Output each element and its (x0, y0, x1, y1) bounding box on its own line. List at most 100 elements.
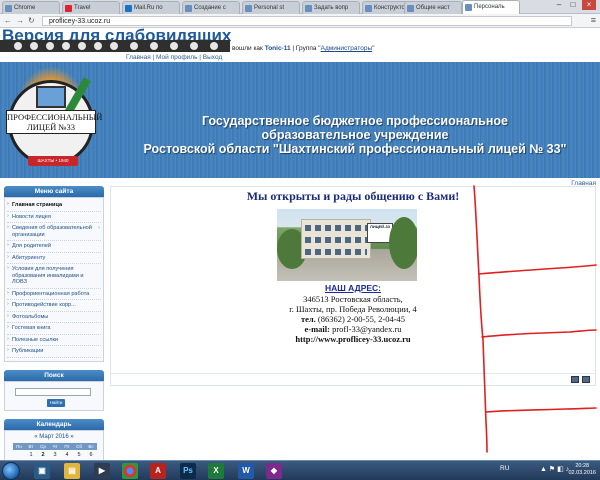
address-line: г. Шахты, пр. Победа Революции, 4 (289, 304, 417, 314)
calendar-month-nav[interactable]: « Март 2016 » (5, 434, 103, 440)
browser-tab[interactable]: Travel (62, 1, 120, 14)
app-icon[interactable]: ◆ (266, 463, 282, 479)
sidebar-item-applicants[interactable]: Абитуриенту (7, 253, 101, 264)
language-indicator[interactable]: RU (500, 465, 509, 472)
search-input[interactable] (15, 387, 91, 396)
page-icon (407, 5, 414, 12)
lyceum-logo: ПРОФЕССИОНАЛЬНЫЙ ЛИЦЕЙ №33 ШАХТЫ • 1940 (2, 66, 102, 176)
color-scheme-icon[interactable] (78, 42, 86, 50)
minimize-icon[interactable]: – (552, 0, 566, 10)
calendar-day (13, 452, 25, 459)
settings-icon[interactable] (190, 42, 198, 50)
sidebar-item-disabled-education[interactable]: Условия для получения образования инвали… (7, 264, 101, 289)
clock[interactable]: 20:28 02.03.2016 (568, 463, 596, 477)
calendar-day[interactable]: 4 (61, 452, 73, 459)
browser-tab[interactable]: Создание с (182, 1, 240, 14)
web-page: Версия для слабовидящих вошли как Tonic-… (0, 28, 600, 460)
calendar-weekday: Пт (61, 442, 73, 450)
menu-title: Меню сайта (4, 186, 104, 197)
user-links[interactable]: Главная | Мой профиль | Выход (126, 54, 222, 61)
browser-tab[interactable]: Mail.Ru по (122, 1, 180, 14)
settings-icon[interactable] (582, 376, 590, 383)
website-line: http://www.proflicey-33.ucoz.ru (295, 334, 411, 344)
page-icon (185, 5, 192, 12)
photoshop-icon[interactable]: Ps (180, 463, 196, 479)
font-size-icon[interactable] (14, 42, 22, 50)
search-button[interactable]: Найти (47, 398, 65, 407)
page-icon (245, 5, 252, 12)
login-status: вошли как Tonic-11 | Группа "Администрат… (232, 45, 375, 52)
calendar-day[interactable]: 1 (25, 452, 37, 459)
calendar-weekday: Вт (25, 442, 37, 450)
welcome-heading: Мы открыты и рады общению с Вами! (246, 189, 460, 203)
folder-icon[interactable]: ▤ (64, 463, 80, 479)
calendar-day[interactable]: 2 (37, 452, 49, 459)
sidebar-item-career-guidance[interactable]: Профориентационная работа (7, 289, 101, 300)
images-icon[interactable] (130, 42, 138, 50)
font-size-icon[interactable] (46, 42, 54, 50)
media-player-icon[interactable]: ▶ (94, 463, 110, 479)
browser-tab[interactable]: Общие наст (404, 1, 462, 14)
browser-tab[interactable]: Задать вопр (302, 1, 360, 14)
calendar-weekday: Пн (13, 442, 25, 450)
color-scheme-icon[interactable] (62, 42, 70, 50)
sidebar-item-publications[interactable]: Публикации (7, 346, 101, 358)
excel-icon[interactable]: X (208, 463, 224, 479)
calendar-title: Календарь (4, 418, 104, 430)
font-size-icon[interactable] (30, 42, 38, 50)
sidebar: Меню сайта Главная страница Новости лице… (4, 186, 104, 460)
calendar-grid: ПнВтСрЧтПтСбВс12345678910111213 (13, 442, 99, 461)
school-building-photo: ЛИЦЕЙ-33 (277, 209, 417, 281)
sidebar-item-guestbook[interactable]: Гостевая книга (7, 323, 101, 335)
youtube-icon (65, 5, 72, 12)
sidebar-item-photo-albums[interactable]: Фотоальбомы (7, 312, 101, 323)
mail-icon (125, 5, 132, 12)
url-field[interactable]: proflicey-33.ucoz.ru (42, 16, 572, 26)
acrobat-icon[interactable]: A (150, 463, 166, 479)
sidebar-item-home[interactable]: Главная страница (7, 200, 101, 212)
close-icon[interactable]: × (582, 0, 596, 10)
system-tray-icons[interactable]: ▲ ⚑ ◧ ♪ (540, 465, 569, 473)
calendar-block: Календарь « Март 2016 » Пн Вт Ср Чт Пт Сб Вс 1 2… (4, 418, 104, 461)
start-button[interactable] (2, 462, 20, 480)
explorer-icon[interactable]: ▣ (34, 463, 50, 479)
settings-icon[interactable] (170, 42, 178, 50)
calendar-weekday: Сб (73, 442, 85, 450)
forward-icon[interactable]: → (16, 16, 24, 25)
chevron-right-icon: › (98, 225, 100, 231)
site-menu: Главная страница Новости лицея Сведения … (4, 197, 104, 362)
back-icon[interactable]: ← (4, 16, 12, 25)
sidebar-item-parents[interactable]: Для родителей (7, 241, 101, 253)
username-link[interactable]: Tonic-11 (265, 45, 291, 52)
color-scheme-icon[interactable] (94, 42, 102, 50)
maximize-icon[interactable]: □ (566, 0, 580, 10)
browser-tab[interactable]: Chrome (2, 1, 60, 14)
chrome-icon[interactable] (122, 463, 138, 479)
group-link[interactable]: Администраторы (321, 45, 373, 52)
reload-icon[interactable]: ↻ (28, 16, 35, 25)
phone-line: тел. (86362) 2-00-55, 2-04-45 (300, 314, 406, 324)
menu-icon[interactable]: ≡ (591, 15, 596, 25)
email-line: e-mail: profl-33@yandex.ru (304, 324, 402, 334)
sidebar-item-news[interactable]: Новости лицея (7, 212, 101, 223)
sidebar-item-links[interactable]: Полезные ссылки (7, 335, 101, 346)
address-title[interactable]: НАШ АДРЕС: (111, 283, 595, 293)
settings-icon[interactable] (150, 42, 158, 50)
page-icon (305, 5, 312, 12)
calendar-weekday: Чт (49, 442, 61, 450)
browser-tab[interactable]: Personal st (242, 1, 300, 14)
sidebar-item-org-info[interactable]: Сведения об образовательной организации› (7, 223, 101, 241)
calendar-day[interactable]: 5 (73, 452, 85, 459)
calendar-day[interactable]: 6 (85, 452, 97, 459)
calendar-day[interactable]: 3 (49, 452, 61, 459)
sidebar-item-anti-corruption[interactable]: Противодействие корр... (7, 300, 101, 312)
word-icon[interactable]: W (238, 463, 254, 479)
page-icon (465, 4, 472, 11)
edit-icon[interactable] (571, 376, 579, 383)
search-title: Поиск (4, 369, 104, 381)
browser-tab-active[interactable]: Персональ (462, 0, 520, 14)
color-scheme-icon[interactable] (110, 42, 118, 50)
main-content: Мы открыты и рады общению с Вами! ЛИЦЕЙ-… (110, 186, 596, 386)
site-title: Государственное бюджетное профессиональн… (143, 114, 567, 156)
settings-icon[interactable] (210, 42, 218, 50)
